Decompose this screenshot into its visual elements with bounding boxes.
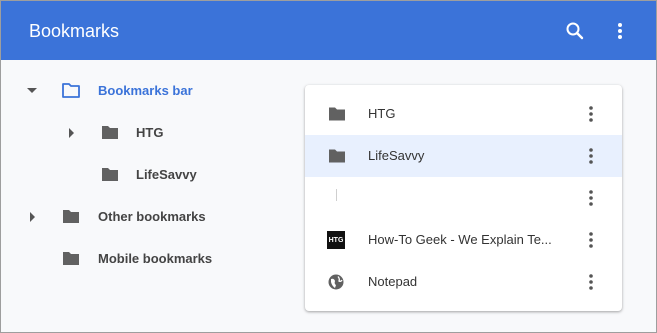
tree-item-label: Bookmarks bar (98, 83, 193, 98)
more-vert-icon[interactable] (583, 103, 599, 125)
bookmark-list: HTG LifeSavvy HTG How-To Geek - We Expla… (305, 85, 622, 311)
more-vert-icon[interactable] (583, 187, 599, 209)
folder-icon (102, 126, 118, 139)
folder-icon (329, 149, 345, 163)
more-vert-icon[interactable] (583, 145, 599, 167)
list-item-title: LifeSavvy (368, 148, 425, 163)
folder-outline-icon (62, 83, 80, 98)
more-vert-icon[interactable] (583, 229, 599, 251)
list-item-notepad[interactable]: Notepad (305, 261, 622, 303)
list-item-how-to-geek[interactable]: HTG How-To Geek - We Explain Te... (305, 219, 622, 261)
more-vert-icon[interactable] (583, 271, 599, 293)
folder-icon (63, 252, 79, 265)
blank-favicon-icon (336, 189, 337, 201)
app-header: Bookmarks (1, 1, 656, 60)
expand-arrow-icon[interactable] (30, 212, 35, 222)
tree-item-label: LifeSavvy (136, 167, 197, 182)
tree-item-label: Mobile bookmarks (98, 251, 213, 266)
list-item-title: How-To Geek - We Explain Te... (368, 232, 552, 247)
app-title: Bookmarks (29, 21, 120, 41)
list-item-lifesavvy[interactable]: LifeSavvy (305, 135, 622, 177)
list-item-title: Notepad (368, 274, 418, 289)
list-item-htg[interactable]: HTG (305, 93, 622, 135)
list-item-title: HTG (368, 106, 396, 121)
more-vert-icon[interactable] (613, 19, 627, 43)
globe-icon (328, 274, 344, 290)
expand-arrow-icon[interactable] (27, 88, 37, 93)
tree-item-label: HTG (136, 125, 164, 140)
expand-arrow-icon[interactable] (69, 128, 74, 138)
search-icon[interactable] (563, 19, 587, 43)
folder-icon (63, 210, 79, 223)
folder-icon (102, 168, 118, 181)
htg-favicon-icon: HTG (327, 231, 345, 249)
list-item-untitled[interactable] (305, 177, 622, 219)
folder-icon (329, 107, 345, 121)
bookmarks-window: Bookmarks Bookmarks bar HTG LifeSavvy Ot… (0, 0, 657, 333)
tree-item-label: Other bookmarks (98, 209, 206, 224)
